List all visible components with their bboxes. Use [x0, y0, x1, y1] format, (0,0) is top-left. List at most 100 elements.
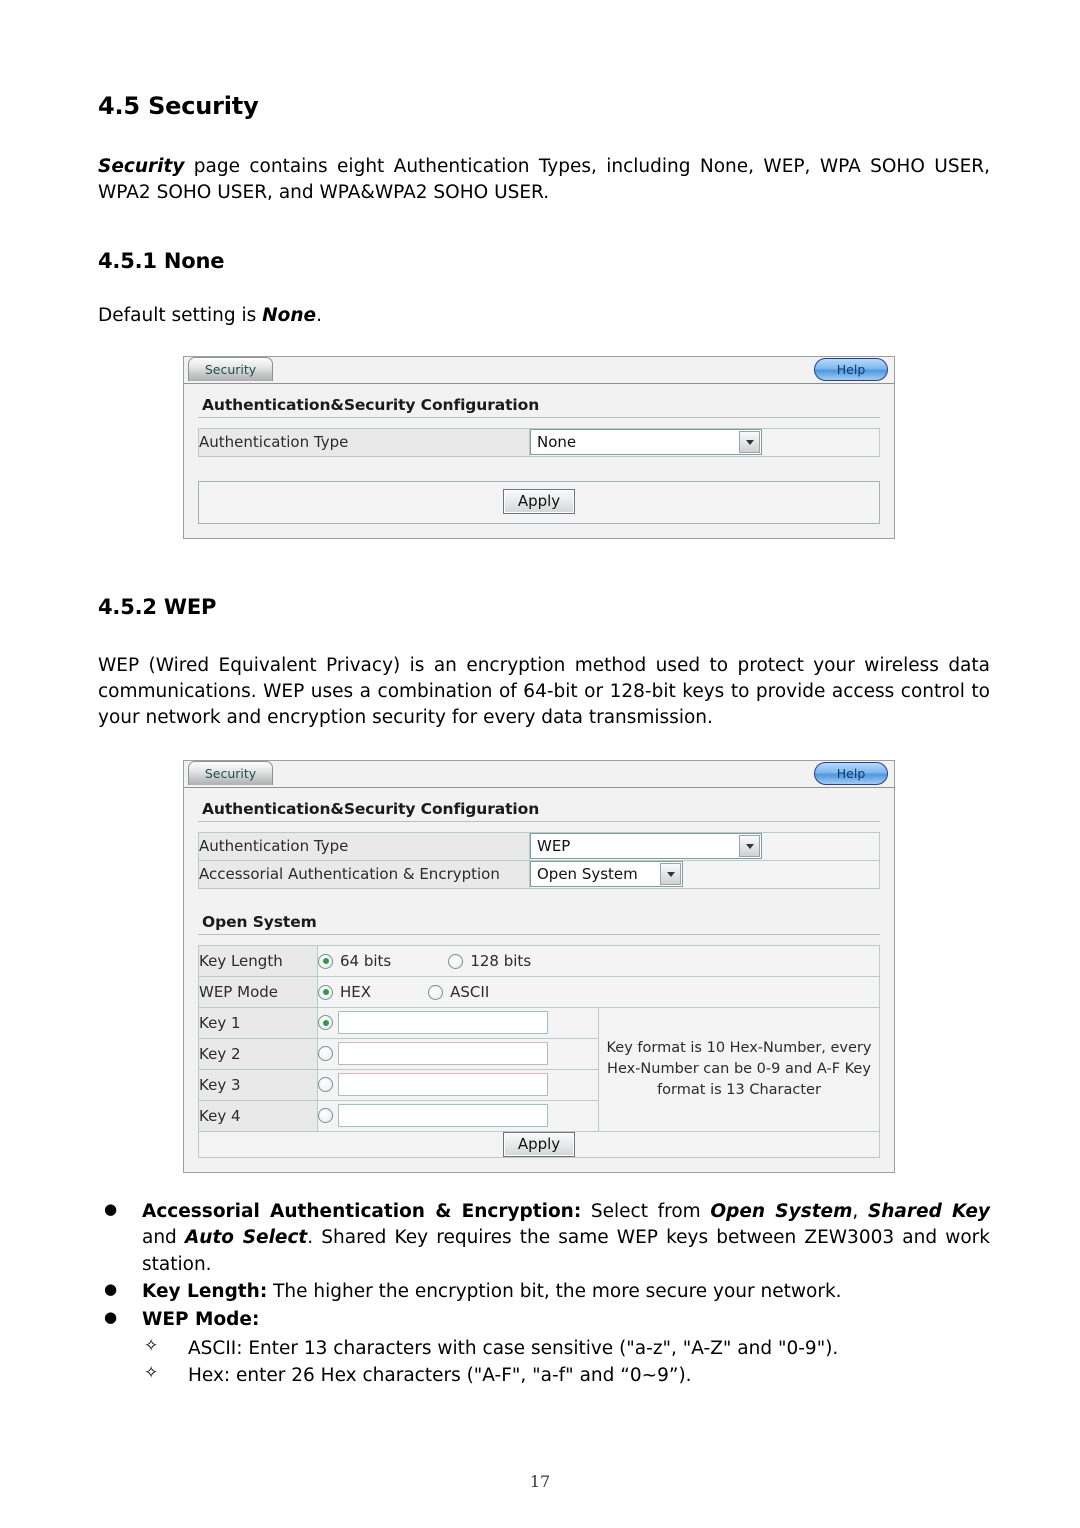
table-row: Key 1 Key format is 10 Hex-Number, every…	[198, 1006, 880, 1132]
list-item: ASCII: Enter 13 characters with case sen…	[98, 1334, 990, 1362]
auth-type-value: None	[537, 433, 577, 452]
list-item: Hex: enter 26 Hex characters ("A-F", "a-…	[98, 1361, 990, 1389]
notes-list: Accessorial Authentication & Encryption:…	[98, 1199, 990, 1334]
key-length-option-64-label: 64 bits	[340, 952, 392, 971]
auth-table-wep: Authentication Type WEP Accessorial Auth…	[198, 831, 880, 889]
auth-type-cell: None	[529, 427, 880, 457]
auth-type-select[interactable]: None	[530, 429, 762, 456]
chevron-down-icon[interactable]	[739, 431, 760, 454]
bullet2-text: The higher the encryption bit, the more …	[267, 1281, 842, 1303]
list-item: WEP Mode:	[98, 1307, 990, 1334]
table-row: Authentication Type None	[198, 427, 880, 457]
bullet1-em1: Open System	[710, 1200, 853, 1222]
table-row: Accessorial Authentication & Encryption …	[198, 859, 880, 889]
key-1-input[interactable]	[338, 1011, 549, 1035]
wep-mode-option-hex[interactable]: HEX	[318, 982, 372, 1002]
key-length-option-64[interactable]: 64 bits	[318, 951, 392, 971]
apply-button[interactable]: Apply	[502, 1131, 576, 1157]
wep-mode-option-hex-label: HEX	[340, 983, 372, 1002]
chevron-down-icon[interactable]	[660, 863, 681, 886]
radio-icon[interactable]	[318, 953, 333, 969]
key-format-hint: Key format is 10 Hex-Number, every Hex-N…	[598, 1006, 880, 1132]
accessorial-auth-select[interactable]: Open System	[530, 861, 683, 888]
section-title-none: Authentication&Security Configuration	[198, 394, 880, 418]
list-item: Key Length: The higher the encryption bi…	[98, 1279, 990, 1306]
key-length-option-128-label: 128 bits	[470, 952, 532, 971]
default-setting-value: None	[262, 304, 317, 326]
panel-tabbar-wep: Security Help	[184, 760, 894, 787]
help-button[interactable]: Help	[814, 761, 888, 785]
wep-mode-option-ascii[interactable]: ASCII	[428, 982, 490, 1002]
bullet2-term: Key Length:	[142, 1281, 268, 1303]
chevron-down-icon[interactable]	[739, 835, 760, 858]
radio-icon[interactable]	[318, 1015, 333, 1031]
bullet1-seg1: Select from	[581, 1200, 711, 1222]
table-row: Authentication Type WEP	[198, 831, 880, 861]
key-3-cell	[317, 1068, 599, 1101]
key-length-option-128[interactable]: 128 bits	[448, 951, 532, 971]
key-3-input[interactable]	[338, 1073, 549, 1097]
subsection-wep-title: 4.5.2 WEP	[98, 594, 217, 619]
bullet1-em3: Auto Select	[184, 1227, 308, 1249]
open-system-table: Key Length 64 bits 128 bits WEP Mode HEX…	[198, 944, 880, 1158]
key-2-input[interactable]	[338, 1042, 549, 1066]
wep-mode-sub-list: ASCII: Enter 13 characters with case sen…	[98, 1334, 990, 1389]
accessorial-auth-cell: Open System	[529, 859, 880, 889]
radio-icon[interactable]	[428, 984, 444, 1000]
radio-icon[interactable]	[318, 1077, 333, 1093]
key-3-label: Key 3	[198, 1068, 318, 1101]
key-length-options: 64 bits 128 bits	[317, 944, 880, 977]
auth-type-value: WEP	[537, 837, 571, 856]
bullet1-em2: Shared Key	[867, 1200, 990, 1222]
intro-paragraph: Security page contains eight Authenticat…	[98, 154, 990, 207]
auth-type-label: Authentication Type	[198, 831, 530, 861]
radio-icon[interactable]	[318, 1046, 333, 1062]
section-title-wep: Authentication&Security Configuration	[198, 798, 880, 822]
panel-inner-wep: Authentication&Security Configuration Au…	[184, 786, 894, 1172]
auth-type-label: Authentication Type	[198, 427, 530, 457]
panel-tabbar-none: Security Help	[184, 356, 894, 383]
security-panel-wep: Security Help Authentication&Security Co…	[183, 759, 895, 1173]
table-row: Key Length 64 bits 128 bits	[198, 944, 880, 977]
open-system-title: Open System	[198, 911, 880, 935]
page-number: 17	[529, 1472, 551, 1491]
key-length-label: Key Length	[198, 944, 318, 977]
key-1-label: Key 1	[198, 1006, 318, 1039]
apply-row-wep: Apply	[198, 1130, 880, 1158]
document-page: 4.5 Security Security page contains eigh…	[0, 0, 1080, 1528]
table-row: WEP Mode HEX ASCII	[198, 975, 880, 1008]
bullet1-seg2: ,	[852, 1200, 868, 1222]
wep-mode-option-ascii-label: ASCII	[450, 983, 490, 1002]
accessorial-auth-value: Open System	[537, 865, 638, 884]
key-1-cell	[317, 1006, 599, 1039]
tab-security[interactable]: Security	[188, 760, 273, 785]
auth-type-select[interactable]: WEP	[530, 833, 762, 860]
table-row: Apply	[198, 1130, 880, 1158]
apply-button[interactable]: Apply	[502, 488, 576, 514]
radio-icon[interactable]	[448, 953, 464, 969]
security-panel-none: Security Help Authentication&Security Co…	[183, 355, 895, 539]
wep-mode-label: WEP Mode	[198, 975, 318, 1008]
key-2-label: Key 2	[198, 1037, 318, 1070]
auth-type-cell: WEP	[529, 831, 880, 861]
tab-security[interactable]: Security	[188, 356, 273, 381]
radio-icon[interactable]	[318, 1108, 333, 1124]
radio-icon[interactable]	[318, 984, 333, 1000]
wep-paragraph: WEP (Wired Equivalent Privacy) is an enc…	[98, 654, 990, 729]
intro-rest: page contains eight Authentication Types…	[98, 156, 990, 204]
help-button[interactable]: Help	[814, 357, 888, 381]
panel-inner-none: Authentication&Security Configuration Au…	[184, 382, 894, 538]
accessorial-auth-label: Accessorial Authentication & Encryption	[198, 859, 530, 889]
document-body: 4.5 Security Security page contains eigh…	[98, 92, 990, 1389]
key-4-input[interactable]	[338, 1104, 549, 1128]
page-title: 4.5 Security	[98, 92, 259, 120]
bullet3-term: WEP Mode:	[142, 1309, 260, 1331]
